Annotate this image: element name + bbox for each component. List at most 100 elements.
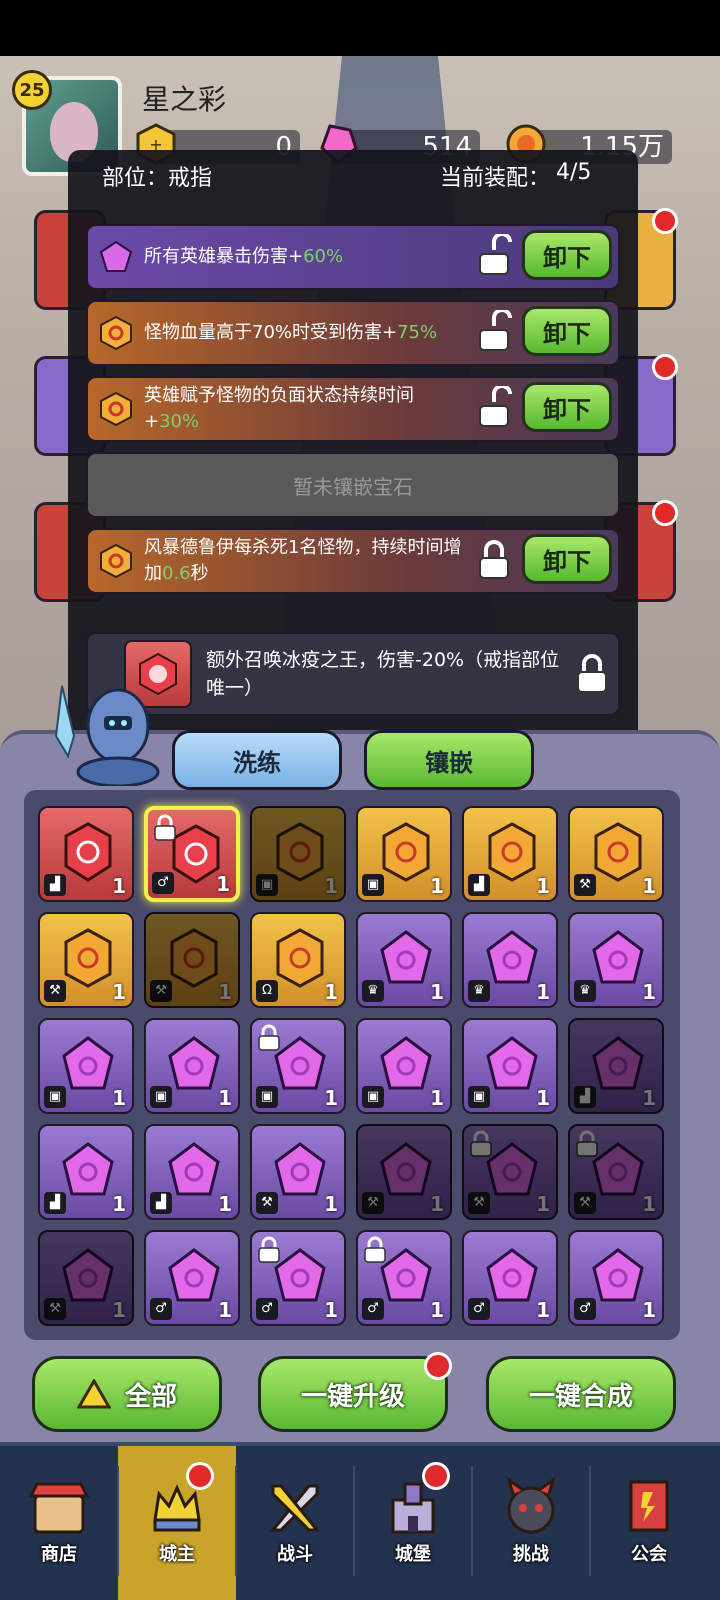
orange-gem-icon: [100, 543, 132, 579]
gem-count: 1: [642, 1298, 656, 1322]
gem-count: 1: [324, 1192, 338, 1216]
empty-socket-row[interactable]: 暂未镶嵌宝石: [86, 452, 620, 518]
gem-cell[interactable]: ♛ 1: [568, 912, 664, 1008]
locked-padlock-icon: [576, 1130, 598, 1157]
purple-gem-icon: [168, 1036, 220, 1090]
nav-label: 城堡: [395, 1544, 431, 1565]
purple-gem-icon: [274, 1142, 326, 1196]
armor-slot-icon: ▣: [256, 874, 278, 896]
nav-item[interactable]: 商店: [0, 1446, 118, 1600]
boot-slot-icon: ▟: [468, 874, 490, 896]
gem-cell[interactable]: ▟ 1: [462, 806, 558, 902]
inlay-button[interactable]: 镶嵌: [364, 730, 534, 790]
purple-gem-icon: [99, 240, 133, 272]
nav-item[interactable]: 战斗: [236, 1446, 354, 1600]
nav-label: 商店: [41, 1544, 77, 1565]
gem-count: 1: [536, 874, 550, 898]
special-effect-text: 额外召唤冰疫之王，伤害-20%（戒指部位唯一）: [206, 649, 560, 699]
guild-banner-icon: [629, 1480, 669, 1532]
nav-notification-badge: [186, 1462, 214, 1490]
locked-padlock-icon: [364, 1236, 386, 1263]
gem-cell[interactable]: ▣ 1: [250, 806, 346, 902]
purple-gem-icon: [62, 1142, 114, 1196]
refine-button[interactable]: 洗练: [172, 730, 342, 790]
gem-count: 1: [642, 1192, 656, 1216]
gem-inventory-grid: ▟ 1 ♂ 1 ▣ 1 ▣ 1 ▟ 1 ⚒ 1 ⚒ 1 ⚒ 1 Ω 1 ♛ 1 ♛ 1 ♛ 1 ▣ 1 ▣ 1 ▣ 1 ▣ 1 ▣ 1 ▟ 1 ▟ 1 ▟ 1…: [24, 790, 680, 1340]
gold-gem-icon: [64, 928, 112, 988]
gem-cell[interactable]: ▣ 1: [356, 1018, 452, 1114]
gem-cell[interactable]: ▟ 1: [568, 1018, 664, 1114]
orange-gem-icon: [100, 391, 132, 427]
nav-item[interactable]: 挑战: [472, 1446, 590, 1600]
unload-button-2[interactable]: 卸下: [522, 306, 612, 356]
unload-button-3[interactable]: 卸下: [522, 382, 612, 432]
nav-item[interactable]: 公会: [590, 1446, 708, 1600]
gem-cell[interactable]: ▣ 1: [462, 1018, 558, 1114]
gem-cell[interactable]: ▣ 1: [144, 1018, 240, 1114]
unlocked-padlock-icon[interactable]: [474, 234, 514, 278]
nav-separator: [353, 1466, 355, 1576]
weapon-slot-icon: ⚒: [150, 980, 172, 1002]
gem-cell[interactable]: ⚒ 1: [462, 1124, 558, 1220]
upgrade-all-button[interactable]: 一键升级: [258, 1356, 448, 1432]
unload-button-5[interactable]: 卸下: [522, 534, 612, 584]
purple-gem-icon: [62, 1036, 114, 1090]
gem-cell[interactable]: Ω1: [250, 912, 346, 1008]
gem-cell[interactable]: ⚒ 1: [250, 1124, 346, 1220]
locked-padlock-icon[interactable]: [572, 652, 612, 696]
gem-cell[interactable]: ▟ 1: [38, 806, 134, 902]
boot-slot-icon: ▟: [44, 874, 66, 896]
purple-gem-icon: [168, 1248, 220, 1302]
gem-cell[interactable]: ▟ 1: [38, 1124, 134, 1220]
gem-cell[interactable]: ♂ 1: [568, 1230, 664, 1326]
purple-gem-icon: [592, 1248, 644, 1302]
locked-padlock-icon[interactable]: [474, 538, 514, 582]
unload-button-1[interactable]: 卸下: [522, 230, 612, 280]
gem-cell[interactable]: ▣ 1: [38, 1018, 134, 1114]
nav-separator: [589, 1466, 591, 1576]
crown-slot-icon: ♛: [362, 980, 384, 1002]
socket-row-5-text: 风暴德鲁伊每杀死1名怪物，持续时间增加0.6秒: [144, 537, 462, 584]
nav-label: 公会: [631, 1544, 667, 1565]
nav-item[interactable]: 城主: [118, 1446, 236, 1600]
gem-cell[interactable]: ▟ 1: [144, 1124, 240, 1220]
gem-cell[interactable]: ▣ 1: [250, 1018, 346, 1114]
gem-cell[interactable]: ♛ 1: [462, 912, 558, 1008]
gem-count: 1: [642, 980, 656, 1004]
right-slot-3-badge: [652, 500, 678, 526]
gem-cell[interactable]: ⚒ 1: [568, 806, 664, 902]
merge-all-button[interactable]: 一键合成: [486, 1356, 676, 1432]
gold-gem-icon: [170, 928, 218, 988]
nav-item[interactable]: 城堡: [354, 1446, 472, 1600]
gem-cell[interactable]: ⚒ 1: [356, 1124, 452, 1220]
gem-count: 1: [112, 1086, 126, 1110]
armor-slot-icon: ▣: [362, 874, 384, 896]
weapon-slot-icon: ⚒: [574, 1192, 596, 1214]
gem-cell[interactable]: ⚒ 1: [38, 1230, 134, 1326]
gem-cell[interactable]: ♛ 1: [356, 912, 452, 1008]
gem-count: 1: [642, 874, 656, 898]
gem-cell[interactable]: ♂ 1: [250, 1230, 346, 1326]
gold-gem-icon: [488, 822, 536, 882]
ice-king-hero-icon: [54, 685, 160, 786]
gem-cell[interactable]: ♂ 1: [144, 806, 240, 902]
unlocked-padlock-icon[interactable]: [474, 310, 514, 354]
gem-count: 1: [324, 980, 338, 1004]
nav-label: 城主: [159, 1544, 195, 1565]
gem-cell[interactable]: ♂ 1: [356, 1230, 452, 1326]
right-slot-1-badge: [652, 208, 678, 234]
filter-all-button[interactable]: 全部: [32, 1356, 222, 1432]
gem-cell[interactable]: ▣ 1: [356, 806, 452, 902]
gem-count: 1: [430, 874, 444, 898]
gem-cell[interactable]: ♂ 1: [462, 1230, 558, 1326]
gem-cell[interactable]: ♂ 1: [144, 1230, 240, 1326]
boot-slot-icon: ▟: [44, 1192, 66, 1214]
gem-cell[interactable]: ⚒ 1: [38, 912, 134, 1008]
armor-slot-icon: ▣: [362, 1086, 384, 1108]
triangle-filter-icon: [76, 1379, 111, 1409]
nav-label: 挑战: [513, 1544, 549, 1565]
nav-notification-badge: [422, 1462, 450, 1490]
gem-cell[interactable]: ⚒ 1: [568, 1124, 664, 1220]
gem-cell[interactable]: ⚒ 1: [144, 912, 240, 1008]
unlocked-padlock-icon[interactable]: [474, 386, 514, 430]
